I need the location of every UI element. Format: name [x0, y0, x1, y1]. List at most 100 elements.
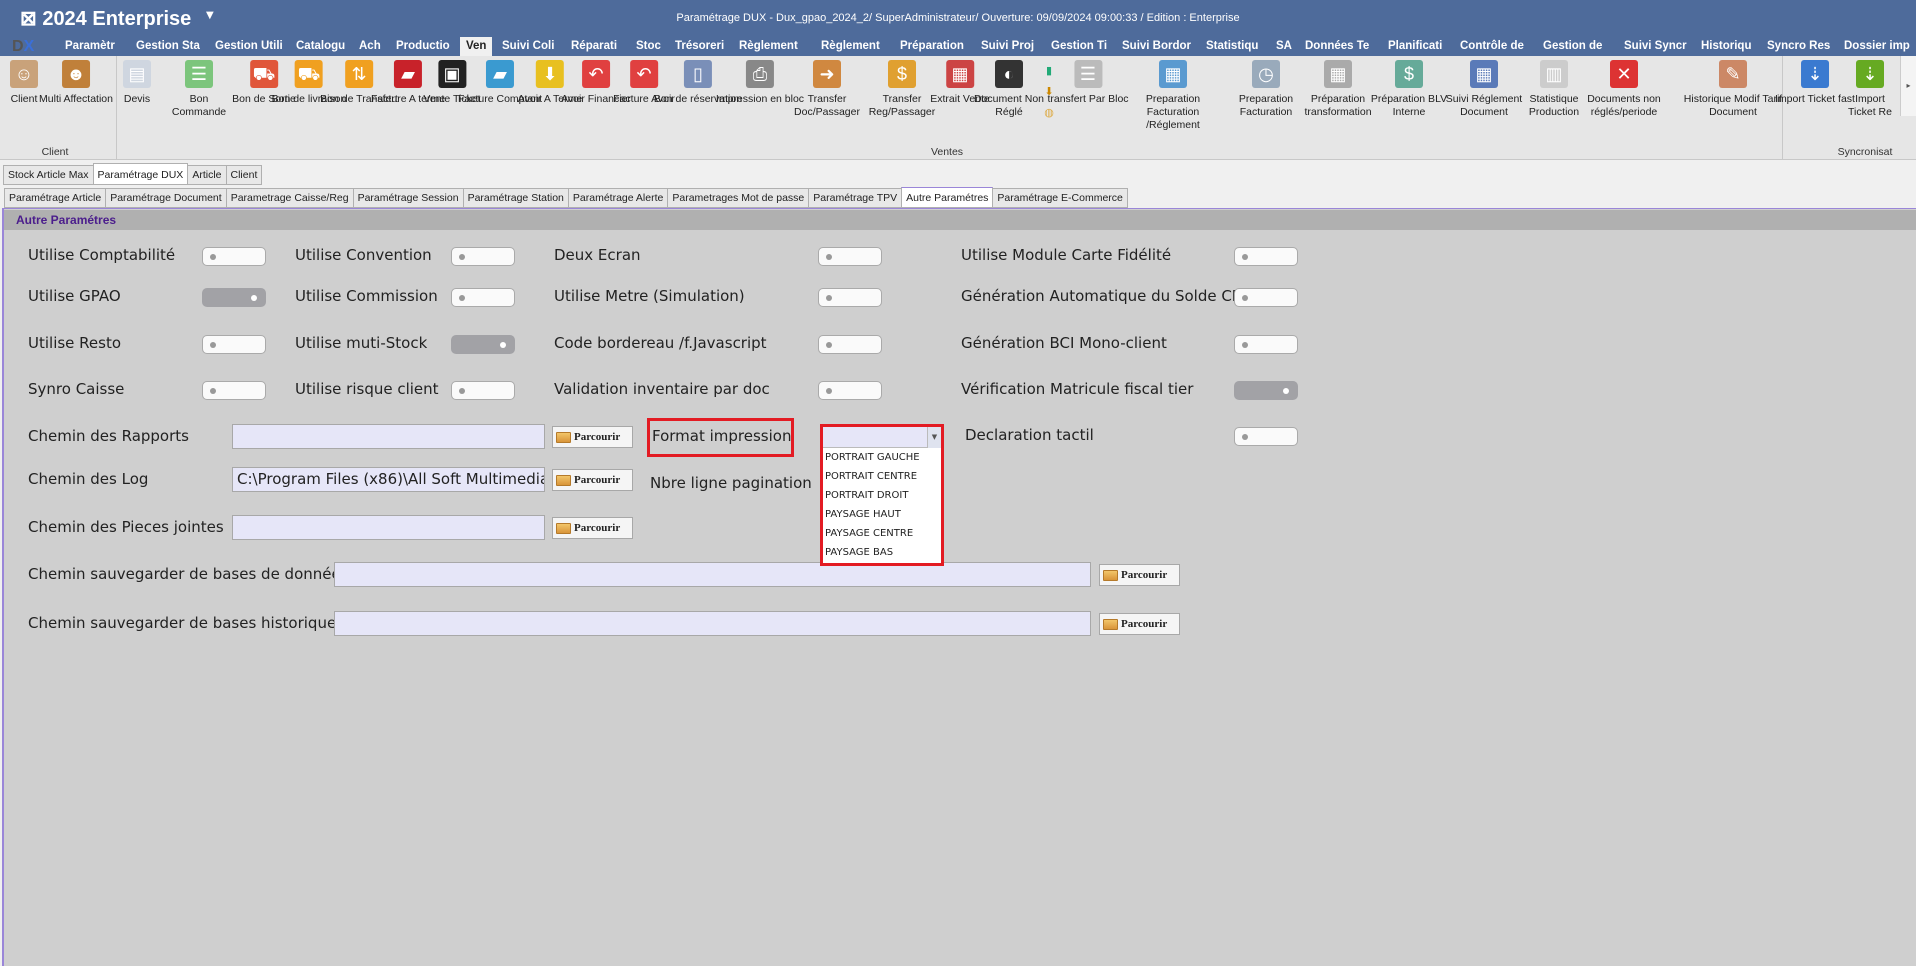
subtab-item[interactable]: Paramétrage Session: [352, 188, 464, 208]
toggle-switch[interactable]: [202, 247, 266, 266]
ribbon: Client Ventes Syncronisat ▮ ⬇ ◍ ☺ Client ☻…: [0, 56, 1916, 160]
dropdown-option[interactable]: PORTRAIT CENTRE: [823, 467, 941, 486]
toggle-switch[interactable]: [202, 335, 266, 354]
menu-item[interactable]: Dossier imp: [1844, 37, 1910, 56]
path-input[interactable]: C:\Program Files (x86)\All Soft Multimed…: [232, 467, 545, 492]
path-input[interactable]: [334, 562, 1091, 587]
subtab-item[interactable]: Paramétrage TPV: [808, 188, 903, 208]
ribbon-button[interactable]: ▦ Preparation Facturation /Réglement: [1123, 60, 1223, 132]
menu-item[interactable]: Historiqu: [1701, 37, 1751, 56]
subtab-item[interactable]: Paramétrage Station: [462, 188, 569, 208]
chevron-down-icon[interactable]: ▼: [927, 427, 941, 448]
ribbon-button[interactable]: ☻ Multi Affectation: [39, 60, 113, 106]
menu-item[interactable]: Règlement: [739, 37, 798, 56]
ribbon-button[interactable]: ☰ Bon Commande: [164, 60, 234, 119]
subtab-item[interactable]: Parametrage Caisse/Reg: [225, 188, 354, 208]
toggle-switch[interactable]: [1234, 288, 1298, 307]
toggle-switch[interactable]: [451, 288, 515, 307]
browse-button[interactable]: Parcourir: [552, 517, 633, 539]
browse-button[interactable]: Parcourir: [1099, 564, 1180, 586]
menu-item[interactable]: Stoc: [636, 37, 661, 56]
menu-item[interactable]: Suivi Bordor: [1122, 37, 1191, 56]
tab-item[interactable]: Stock Article Max: [3, 165, 94, 185]
ribbon-button[interactable]: ✕ Documents non réglés/periode: [1574, 60, 1674, 119]
format-impression-dropdown[interactable]: ▼ PORTRAIT GAUCHE PORTRAIT CENTRE PORTRAIT…: [820, 424, 944, 566]
menu-item[interactable]: Gestion Ti: [1051, 37, 1107, 56]
dropdown-option[interactable]: PORTRAIT GAUCHE: [823, 448, 941, 467]
browse-button[interactable]: Parcourir: [552, 426, 633, 448]
browse-label: Parcourir: [574, 522, 621, 534]
menu-item[interactable]: Suivi Syncr: [1624, 37, 1687, 56]
menu-item[interactable]: SA: [1276, 37, 1292, 56]
menu-item[interactable]: Gestion Utili: [215, 37, 283, 56]
transfer-doc-passager-icon: ➜: [813, 60, 841, 88]
ribbon-button[interactable]: ✎ Historique Modif Tarif Document: [1683, 60, 1783, 119]
toggle-switch[interactable]: [818, 335, 882, 354]
dropdown-option[interactable]: PAYSAGE CENTRE: [823, 524, 941, 543]
toggle-switch[interactable]: [1234, 427, 1298, 446]
menu-item[interactable]: Suivi Coli: [502, 37, 554, 56]
toggle-switch[interactable]: [451, 335, 515, 354]
tab-item[interactable]: Article: [187, 165, 227, 185]
browse-button[interactable]: Parcourir: [1099, 613, 1180, 635]
toggle-switch[interactable]: [451, 381, 515, 400]
menu-item[interactable]: Suivi Proj: [981, 37, 1034, 56]
autre-parametres-panel: Autre Paramétres: [2, 208, 1916, 966]
menu-item[interactable]: Gestion de: [1543, 37, 1602, 56]
ribbon-button[interactable]: ⇣ Import Ticket Re: [1847, 60, 1893, 119]
bon-de-r-servation-icon: ▯: [683, 60, 712, 88]
toggle-switch[interactable]: [1234, 381, 1298, 400]
toggle-switch[interactable]: [1234, 335, 1298, 354]
ribbon-button-label: Historique Modif Tarif Document: [1683, 93, 1783, 118]
historique-modif-tarif-document-icon: ✎: [1719, 60, 1747, 88]
ribbon-button[interactable]: ☺ Client: [10, 60, 38, 106]
tab-item[interactable]: Client: [225, 165, 263, 185]
menu-item[interactable]: Ven: [460, 37, 493, 56]
toggle-switch[interactable]: [202, 288, 266, 307]
subtab-item[interactable]: Autre Paramétres: [901, 187, 994, 208]
dropdown-option[interactable]: PORTRAIT DROIT: [823, 486, 941, 505]
path-input[interactable]: [232, 424, 545, 449]
dropdown-option[interactable]: PAYSAGE BAS: [823, 543, 941, 562]
toggle-switch[interactable]: [818, 288, 882, 307]
menu-item[interactable]: Réparati: [571, 37, 617, 56]
menu-item[interactable]: Statistiqu: [1206, 37, 1258, 56]
menu-item[interactable]: Gestion Sta: [136, 37, 200, 56]
subtab-item[interactable]: Parametrages Mot de passe: [667, 188, 810, 208]
preparation-facturation-r-glement-icon: ▦: [1159, 60, 1187, 88]
menu-item[interactable]: Paramètr: [65, 37, 115, 56]
menu-item[interactable]: Contrôle de: [1460, 37, 1524, 56]
toggle-switch[interactable]: [818, 381, 882, 400]
path-input[interactable]: [334, 611, 1091, 636]
toggle-label: Utilise Commission: [295, 287, 438, 305]
menu-item[interactable]: Catalogu: [296, 37, 345, 56]
ribbon-button[interactable]: ☰ transfert Par Bloc: [1047, 60, 1129, 106]
menu-item[interactable]: Préparation: [900, 37, 964, 56]
browse-button[interactable]: Parcourir: [552, 469, 633, 491]
ribbon-button[interactable]: ▤ Devis: [123, 60, 151, 106]
menu-item[interactable]: Syncro Res: [1767, 37, 1830, 56]
menu-item[interactable]: Planificati: [1388, 37, 1442, 56]
toggle-switch[interactable]: [451, 247, 515, 266]
toggle-switch[interactable]: [202, 381, 266, 400]
toggle-switch[interactable]: [1234, 247, 1298, 266]
menu-item[interactable]: Trésoreri: [675, 37, 724, 56]
browse-label: Parcourir: [1121, 618, 1168, 630]
menu-item[interactable]: Ach: [359, 37, 381, 56]
tab-item[interactable]: Paramétrage DUX: [92, 163, 189, 185]
subtab-item[interactable]: Paramétrage Document: [105, 188, 227, 208]
ribbon-button[interactable]: ⇣ Import Ticket fast: [1775, 60, 1855, 106]
menu-item[interactable]: Règlement: [821, 37, 880, 56]
subtab-item[interactable]: Paramétrage Alerte: [567, 188, 669, 208]
format-impression-select[interactable]: ▼: [823, 427, 941, 448]
ribbon-button[interactable]: ◐ Document Non Réglé: [959, 60, 1059, 119]
menu-item[interactable]: Productio: [396, 37, 450, 56]
dropdown-option[interactable]: PAYSAGE HAUT: [823, 505, 941, 524]
subtab-item[interactable]: Paramétrage E-Commerce: [992, 188, 1128, 208]
toggle-label: Utilise Module Carte Fidélité: [961, 246, 1172, 264]
path-input[interactable]: [232, 515, 545, 540]
toggle-switch[interactable]: [818, 247, 882, 266]
ribbon-scroll-right[interactable]: ▸: [1900, 56, 1916, 116]
menu-item[interactable]: Données Te: [1305, 37, 1369, 56]
subtab-item[interactable]: Paramétrage Article: [4, 188, 107, 208]
